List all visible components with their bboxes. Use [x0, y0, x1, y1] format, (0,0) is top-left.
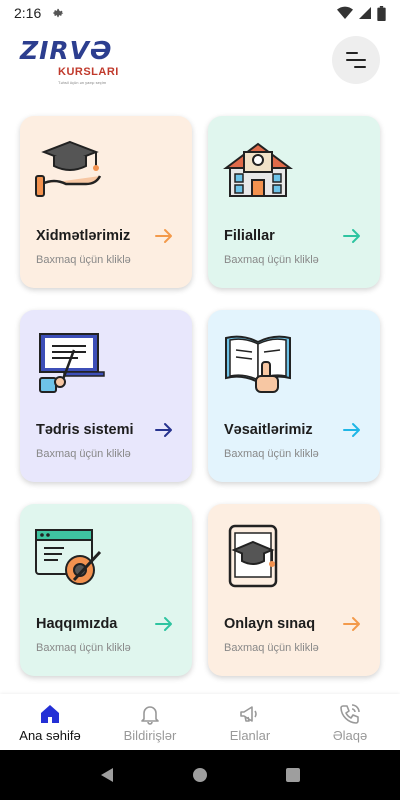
card-vesaitlerimiz[interactable]: Vəsaitlərimiz Baxmaq üçün kliklə: [208, 310, 380, 482]
card-title: Haqqımızda: [36, 616, 118, 632]
phone-icon: [340, 704, 360, 724]
card-subtitle: Baxmaq üçün kliklə: [224, 642, 319, 654]
settings-gear-icon: [53, 8, 64, 18]
card-title: Onlayn sınaq: [224, 616, 316, 632]
card-filiallar[interactable]: Filiallar Baxmaq üçün kliklə: [208, 116, 380, 288]
logo-sub: KURSLARI: [58, 66, 119, 78]
home-icon: [41, 705, 59, 723]
nav-contact[interactable]: Əlaqə: [300, 694, 400, 750]
system-navigation-bar: [0, 750, 400, 800]
recents-icon[interactable]: [285, 767, 301, 783]
card-title: Vəsaitlərimiz: [224, 422, 313, 438]
home-circle-icon[interactable]: [192, 767, 208, 783]
arrow-right-icon: [343, 617, 360, 631]
menu-button[interactable]: [332, 36, 380, 84]
status-bar: 2:16: [0, 0, 400, 26]
card-subtitle: Baxmaq üçün kliklə: [224, 448, 319, 460]
back-icon[interactable]: [99, 767, 115, 783]
card-title: Filiallar: [224, 228, 275, 244]
arrow-right-icon: [343, 423, 360, 437]
arrow-right-icon: [155, 423, 172, 437]
card-tedris-sistemi[interactable]: Tədris sistemi Baxmaq üçün kliklə: [20, 310, 192, 482]
nav-label: Əlaqə: [332, 728, 368, 743]
nav-label: Ana səhifə: [19, 728, 81, 743]
card-haqqimizda[interactable]: Haqqımızda Baxmaq üçün kliklə: [20, 504, 192, 676]
zirve-logo[interactable]: ZIRVƏ KURSLARI Təhsil üçün ən yaxşı seçi…: [18, 36, 128, 88]
card-xidmetlerimiz[interactable]: Xidmətlərimiz Baxmaq üçün kliklə: [20, 116, 192, 288]
school-building-icon: [223, 142, 293, 197]
card-subtitle: Baxmaq üçün kliklə: [36, 254, 131, 266]
logo-slogan: Təhsil üçün ən yaxşı seçim: [58, 80, 107, 85]
card-subtitle: Baxmaq üçün kliklə: [36, 448, 131, 460]
nav-notifications[interactable]: Bildirişlər: [100, 694, 200, 750]
card-onlayn-sinaq[interactable]: Onlayn sınaq Baxmaq üçün kliklə: [208, 504, 380, 676]
bottom-navigation: Ana səhifə Bildirişlər Elanlar Əlaqə: [0, 694, 400, 750]
app-header: ZIRVƏ KURSLARI Təhsil üçün ən yaxşı seçi…: [0, 30, 400, 94]
card-subtitle: Baxmaq üçün kliklə: [224, 254, 319, 266]
arrow-right-icon: [343, 229, 360, 243]
nav-home[interactable]: Ana səhifə: [0, 694, 100, 750]
battery-icon: [377, 5, 386, 21]
logo-brand: ZIRVƏ: [20, 36, 113, 65]
web-settings-icon: [35, 529, 102, 585]
nav-label: Bildirişlər: [123, 728, 177, 743]
tablet-graduation-icon: [228, 524, 278, 588]
open-book-icon: [225, 335, 291, 393]
megaphone-icon: [240, 706, 257, 722]
card-title: Xidmətlərimiz: [36, 228, 131, 244]
nav-label: Elanlar: [229, 728, 271, 743]
status-time: 2:16: [14, 5, 42, 21]
bell-icon: [141, 706, 159, 725]
teaching-board-icon: [39, 333, 105, 393]
arrow-right-icon: [155, 229, 172, 243]
wifi-icon: [337, 6, 353, 20]
nav-announcements[interactable]: Elanlar: [200, 694, 300, 750]
signal-icon: [359, 7, 371, 19]
graduation-hand-icon: [35, 140, 102, 197]
card-title: Tədris sistemi: [36, 422, 134, 438]
menu-icon: [346, 52, 366, 68]
card-subtitle: Baxmaq üçün kliklə: [36, 642, 131, 654]
arrow-right-icon: [155, 617, 172, 631]
